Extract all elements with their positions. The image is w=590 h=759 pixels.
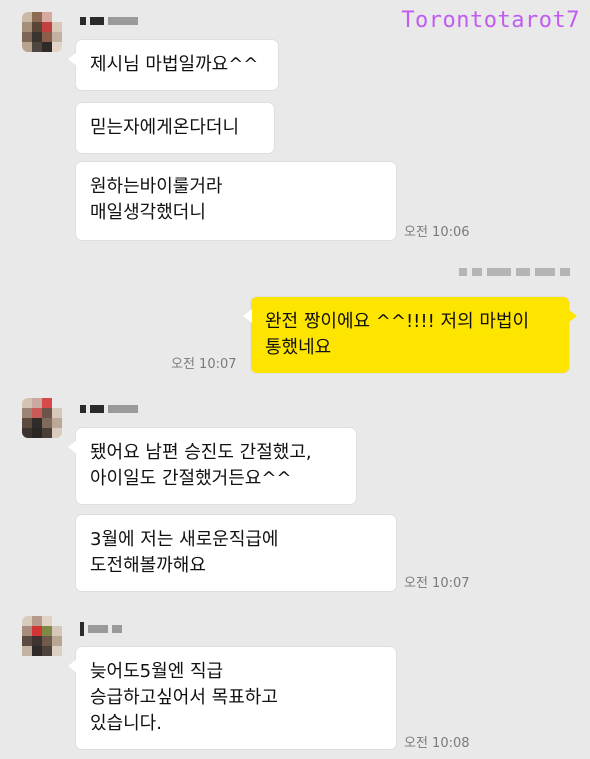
receiver-name-redacted	[459, 268, 570, 276]
sender-name-redacted	[80, 404, 138, 414]
message-timestamp: 오전 10:07	[404, 576, 470, 591]
sender-name-redacted	[80, 16, 138, 26]
message-timestamp: 오전 10:07	[171, 357, 237, 372]
avatar[interactable]	[22, 398, 62, 438]
avatar[interactable]	[22, 616, 62, 662]
message-bubble[interactable]: 제시님 마법일까요^^	[68, 40, 278, 90]
message-timestamp: 오전 10:08	[404, 736, 470, 751]
message-bubble[interactable]: 늦어도5월엔 직급 승급하고싶어서 목표하고 있습니다.	[68, 647, 396, 749]
message-bubble[interactable]: 3월에 저는 새로운직급에 도전해볼까해요	[76, 515, 396, 591]
avatar[interactable]	[22, 12, 62, 52]
message-timestamp: 오전 10:06	[404, 225, 470, 240]
message-bubble[interactable]: 원하는바이룰거라 매일생각했더니	[76, 162, 396, 240]
message-bubble[interactable]: 됐어요 남편 승진도 간절했고, 아이일도 간절했거든요^^	[68, 428, 356, 504]
message-bubble[interactable]: 믿는자에게온다더니	[76, 103, 274, 153]
watermark: Torontotarot7	[401, 8, 580, 33]
my-message-bubble[interactable]: 완전 짱이에요 ^^!!!! 저의 마법이 통했네요	[243, 297, 577, 373]
sender-name-redacted	[80, 622, 122, 636]
